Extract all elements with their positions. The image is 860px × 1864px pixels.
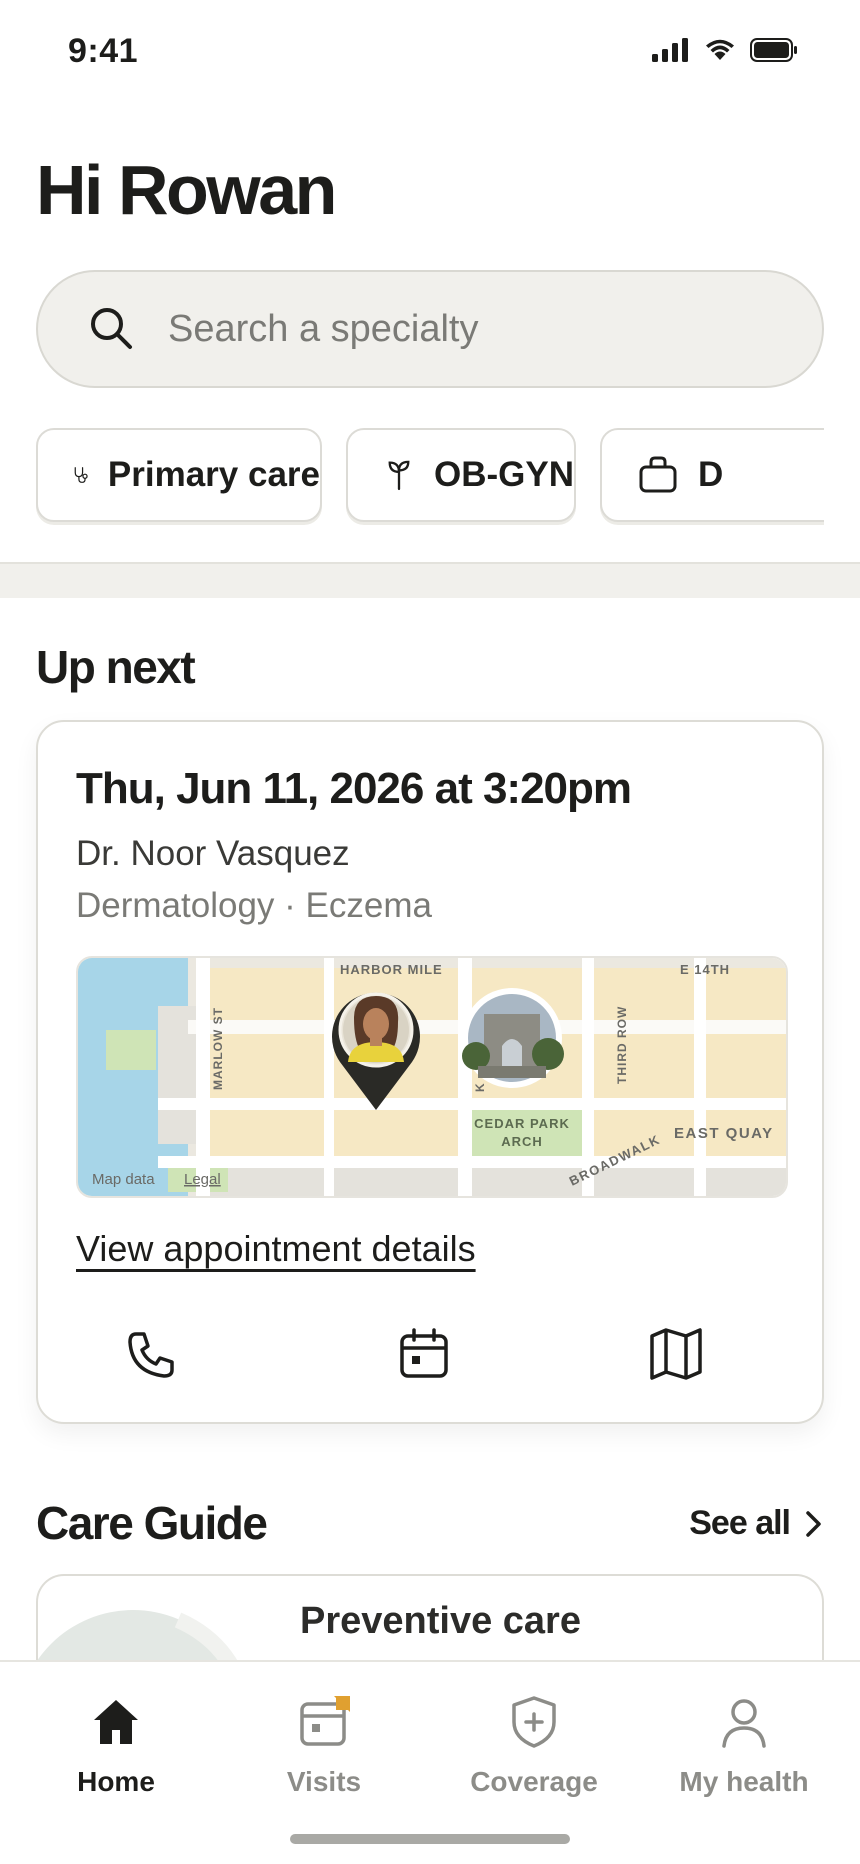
home-icon xyxy=(94,1700,138,1744)
section-divider xyxy=(0,562,860,598)
battery-icon xyxy=(750,38,797,62)
map-street-label: EAST QUAY xyxy=(674,1125,774,1142)
up-next-title: Up next xyxy=(36,641,196,693)
map-street-label: MARLOW ST xyxy=(211,1007,225,1090)
person-icon xyxy=(722,1699,766,1748)
map-street-label: K xyxy=(473,1083,487,1092)
appointment-specialty: Dermatology · Eczema xyxy=(76,886,432,925)
status-bar: 9:41 xyxy=(0,0,860,110)
tab-my-health[interactable]: My health xyxy=(644,1692,844,1798)
care-card-title: Preventive care xyxy=(300,1600,581,1642)
tab-label: My health xyxy=(679,1766,809,1797)
chip-dermatology[interactable]: D xyxy=(600,428,824,522)
map-street-label: HARBOR MILE xyxy=(340,962,443,977)
chip-label: D xyxy=(698,455,724,494)
chip-ob-gyn[interactable]: OB-GYN xyxy=(346,428,576,522)
map-icon[interactable] xyxy=(644,1322,708,1386)
search-input[interactable] xyxy=(168,307,728,351)
appointment-card[interactable]: Thu, Jun 11, 2026 at 3:20pm Dr. Noor Vas… xyxy=(36,720,824,1424)
map-landmark-label: ARCH xyxy=(501,1134,543,1149)
stethoscope-icon xyxy=(74,467,88,483)
sprout-icon xyxy=(388,460,410,491)
search-icon xyxy=(91,308,132,349)
care-guide-title: Care Guide xyxy=(36,1497,268,1549)
shield-plus-icon xyxy=(512,1696,556,1748)
map-landmark-label: CEDAR PARK xyxy=(474,1116,570,1131)
status-icons xyxy=(652,38,798,62)
appointment-datetime: Thu, Jun 11, 2026 at 3:20pm xyxy=(76,764,632,813)
see-all-link[interactable]: See all xyxy=(689,1504,824,1543)
tab-label: Home xyxy=(77,1766,155,1797)
chip-primary-care[interactable]: Primary care xyxy=(36,428,322,522)
calendar-icon[interactable] xyxy=(392,1322,456,1386)
map-canvas: HARBOR MILE E 14TH MARLOW ST THIRD ROW B… xyxy=(78,958,786,1196)
chip-label: Primary care xyxy=(107,455,320,494)
chevron-right-icon xyxy=(806,1510,821,1537)
map-street-label: E 14TH xyxy=(680,962,730,977)
appointment-map[interactable]: HARBOR MILE E 14TH MARLOW ST THIRD ROW B… xyxy=(76,956,788,1198)
tab-coverage[interactable]: Coverage xyxy=(434,1692,634,1798)
phone-icon[interactable] xyxy=(118,1322,182,1386)
greeting-title: Hi Rowan xyxy=(36,151,337,229)
briefcase-icon xyxy=(639,456,677,493)
status-time: 9:41 xyxy=(68,32,139,70)
tab-label: Coverage xyxy=(470,1766,598,1797)
home-indicator xyxy=(290,1834,570,1844)
map-attribution: Map data xyxy=(92,1171,155,1188)
see-all-label: See all xyxy=(689,1504,791,1542)
wifi-icon xyxy=(706,39,734,60)
specialty-chips: Primary care OB-GYN D xyxy=(36,428,824,528)
chip-label: OB-GYN xyxy=(434,455,574,494)
map-legal-link[interactable]: Legal xyxy=(184,1171,221,1188)
search-box[interactable] xyxy=(36,270,824,388)
tab-home[interactable]: Home xyxy=(16,1692,216,1798)
appointment-doctor: Dr. Noor Vasquez xyxy=(76,834,350,873)
map-street-label: THIRD ROW xyxy=(615,1006,629,1084)
view-appointment-details-link[interactable]: View appointment details xyxy=(76,1228,476,1270)
calendar-icon xyxy=(300,1696,350,1746)
tab-label: Visits xyxy=(286,1766,362,1797)
signal-icon xyxy=(652,38,688,62)
tab-visits[interactable]: Visits xyxy=(224,1692,424,1798)
